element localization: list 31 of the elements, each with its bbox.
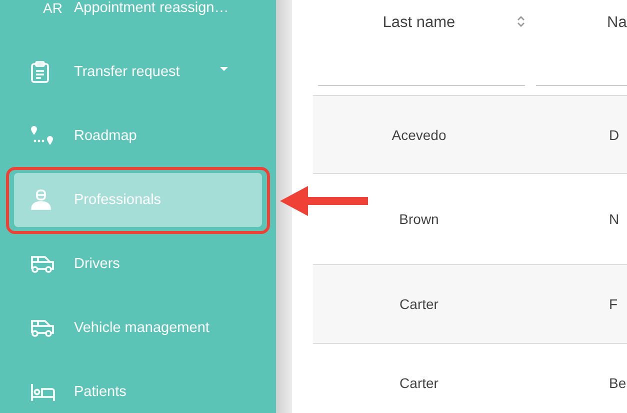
item-label: Appointment reassign… — [74, 0, 229, 16]
abbreviation-label: AR — [43, 0, 62, 16]
person-icon — [30, 189, 52, 211]
route-icon — [30, 125, 56, 147]
sidebar-item[interactable]: Transfer request — [14, 45, 262, 99]
bed-icon — [30, 382, 56, 402]
item-label: Transfer request — [74, 64, 180, 80]
item-label: Vehicle management — [74, 320, 210, 336]
item-label: Patients — [74, 384, 126, 400]
table-cell: D — [525, 95, 627, 173]
table-cell: Be — [525, 343, 627, 413]
sidebar-item[interactable]: Professionals — [14, 173, 262, 227]
table-cell: Carter — [313, 343, 525, 413]
sidebar-item[interactable]: Drivers — [14, 237, 262, 291]
sidebar-item[interactable]: Vehicle management — [14, 301, 262, 355]
sidebar-item[interactable]: Roadmap — [14, 109, 262, 163]
item-label: Professionals — [74, 192, 162, 208]
item-label: Drivers — [74, 256, 120, 272]
table-cell: Acevedo — [313, 95, 525, 173]
sidebar-item[interactable]: Patients — [14, 365, 262, 413]
table-cell: F — [525, 264, 627, 343]
van-icon — [30, 318, 56, 338]
column-header[interactable]: Last name — [382, 14, 456, 95]
table-cell: Carter — [313, 264, 525, 343]
item-label: Roadmap — [74, 128, 137, 144]
clipboard-icon — [30, 61, 50, 83]
sidebar-item[interactable]: AR Appointment reassign… — [14, 0, 262, 35]
van-icon — [30, 254, 56, 274]
column-header[interactable]: Na — [607, 14, 627, 95]
sort-icon[interactable] — [517, 15, 525, 28]
caret-icon[interactable] — [220, 67, 228, 71]
